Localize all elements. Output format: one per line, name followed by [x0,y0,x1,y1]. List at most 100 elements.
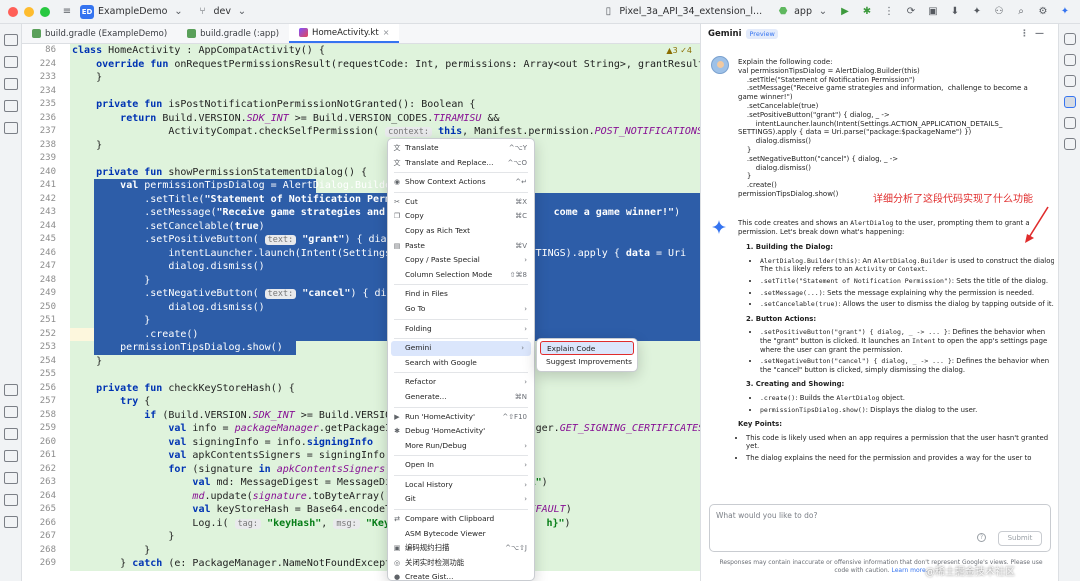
code-line[interactable]: 243 .setMessage("Receive game strategies… [22,206,700,220]
notifications-icon[interactable] [1063,33,1076,45]
code-line[interactable]: 251 } [22,314,700,328]
sdk-manager-icon[interactable]: ⬇ [948,5,962,19]
logcat-icon[interactable] [3,428,18,440]
commit-tool-icon[interactable] [3,56,18,68]
bug-report-icon[interactable]: ✦ [970,5,984,19]
code-line[interactable]: 264 md.update(signature.toByteArray()) [22,489,700,503]
code-line[interactable]: 260 val signingInfo = info.signingInfo [22,435,700,449]
code-editor[interactable]: ▲3 ✓4 86 class HomeActivity : AppCompatAc… [22,44,700,581]
code-line[interactable]: 245 .setPositiveButton( text: "grant") {… [22,233,700,247]
close-icon[interactable]: × [383,28,390,37]
menu-item-find-in-files[interactable]: Find in Files [388,287,534,302]
code-line[interactable]: 265 val keyStoreHash = Base64.encodeTo D… [22,503,700,517]
gemini-icon[interactable]: ✦ [1058,5,1072,19]
minimize-icon[interactable]: — [1035,29,1050,39]
code-line[interactable]: 268 } [22,543,700,557]
search-icon[interactable]: ⌕ [1014,5,1028,19]
terminal-icon[interactable] [3,472,18,484]
code-line[interactable]: 246 intentLauncher.launch(Intent(Setting… [22,246,700,260]
code-line[interactable]: 262 for (signature in apkContentsSigners… [22,462,700,476]
menu-item-go-to[interactable]: Go To › [388,302,534,317]
code-line[interactable]: 240 private fun showPermissionStatementD… [22,165,700,179]
code-line[interactable]: 263 val md: MessageDigest = MessageDig H… [22,476,700,490]
code-line[interactable]: 250 dialog.dismiss() [22,300,700,314]
minimize-window-button[interactable] [24,6,34,17]
code-line[interactable]: 244 .setCancelable(true) [22,219,700,233]
menu-item-paste[interactable]: ▤ Paste ⌘V [388,239,534,254]
code-line[interactable]: 242 .setTitle("Statement of Notification… [22,192,700,206]
menu-item-copy-paste-special[interactable]: Copy / Paste Special › [388,253,534,268]
menu-item-run-homeactivity[interactable]: ▶ Run 'HomeActivity' ^⇧F10 [388,410,534,425]
tab-1[interactable]: build.gradle (:app) [177,24,289,43]
device-explorer-icon[interactable] [1063,75,1076,87]
run-tool-icon[interactable] [3,406,18,418]
code-line[interactable]: 233 } [22,71,700,85]
panel-options[interactable]: ⋮— [1020,29,1050,39]
code-line[interactable]: 86 class HomeActivity : AppCompatActivity… [22,44,700,58]
menu-item-copy[interactable]: ❐ Copy ⌘C [388,209,534,224]
code-line[interactable]: 261 val apkContentsSigners = signingInfo… [22,449,700,463]
code-line[interactable]: 257 try { [22,395,700,409]
tab-0[interactable]: build.gradle (ExampleDemo) [22,24,177,43]
main-menu-button[interactable]: ≡ [60,5,74,19]
menu-item-[interactable]: ◎ 关闭实时检测功能 [388,556,534,571]
vcs-branch-selector[interactable]: ⑂ dev ⌄ [195,5,249,19]
debug-icon[interactable]: ✱ [860,5,874,19]
submit-button[interactable]: Submit [998,531,1042,546]
learn-more-link[interactable]: Learn more. [891,567,927,574]
menu-item-generate[interactable]: Generate... ⌘N [388,390,534,405]
structure-tool-icon[interactable] [3,100,18,112]
menu-item-cut[interactable]: ✂ Cut ⌘X [388,195,534,210]
code-line[interactable]: 241 val permissionTipsDialog = AlertDial… [22,179,700,193]
help-icon[interactable]: ? [977,533,986,542]
code-line[interactable]: 238 } [22,138,700,152]
code-line[interactable]: 256 private fun checkKeyStoreHash() { [22,381,700,395]
git-tool-icon[interactable] [3,516,18,528]
resource-manager-icon[interactable] [3,78,18,90]
more-tools-icon[interactable] [3,122,18,134]
menu-item-create-gist[interactable]: ● Create Gist... [388,570,534,580]
code-line[interactable]: 236 return Build.VERSION.SDK_INT >= Buil… [22,111,700,125]
code-line[interactable]: 258 if (Build.VERSION.SDK_INT >= Build.V… [22,408,700,422]
menu-item-gemini[interactable]: Gemini › [391,341,531,356]
menu-item-column-selection-mode[interactable]: Column Selection Mode ⇧⌘8 [388,268,534,283]
gemini-tool-icon[interactable] [1063,96,1076,108]
more-icon[interactable]: ⋮ [882,5,896,19]
menu-item-[interactable]: ▣ 编码规约扫描 ^⌥⇧J [388,541,534,556]
menu-item-translate-and-replace[interactable]: 文 Translate and Replace... ^⌥O [388,156,534,171]
code-line[interactable]: 239 [22,152,700,166]
device-manager-icon[interactable]: ▣ [926,5,940,19]
more-icon[interactable]: ⋮ [1020,29,1035,39]
chat-input-box[interactable]: What would you like to do? ? Submit [709,504,1051,552]
explain-code-menu-item[interactable]: Explain Code [540,341,634,355]
menu-item-local-history[interactable]: Local History › [388,478,534,493]
app-quality-icon[interactable] [3,450,18,462]
menu-item-debug-homeactivity[interactable]: ✱ Debug 'HomeActivity' [388,424,534,439]
code-line[interactable]: 269 } catch (e: PackageManager.NameNotFo… [22,557,700,571]
menu-item-open-in[interactable]: Open In › [388,458,534,473]
code-line[interactable]: 234 [22,84,700,98]
inspection-widget[interactable]: ▲3 ✓4 [666,46,692,55]
menu-item-compare-with-clipboard[interactable]: ⇄ Compare with Clipboard [388,512,534,527]
menu-item-show-context-actions[interactable]: ◉ Show Context Actions ^↵ [388,175,534,190]
code-line[interactable]: 259 val info = packageManager.getPackage… [22,422,700,436]
suggest-improvements-menu-item[interactable]: Suggest Improvements [540,355,634,369]
menu-item-git[interactable]: Git › [388,492,534,507]
device-selector[interactable]: ▯ Pixel_3a_API_34_extension_l... [601,5,762,19]
project-tool-icon[interactable] [3,34,18,46]
problems-icon[interactable] [3,494,18,506]
menu-item-search-with-google[interactable]: Search with Google [388,356,534,371]
code-line[interactable]: 248 } [22,273,700,287]
code-line[interactable]: 235 private fun isPostNotificationPermis… [22,98,700,112]
code-line[interactable]: 249 .setNegativeButton( text: "cancel") … [22,287,700,301]
running-devices-icon[interactable] [1063,117,1076,129]
project-selector[interactable]: ED ExampleDemo ⌄ [80,4,185,19]
menu-item-copy-as-rich-text[interactable]: Copy as Rich Text [388,224,534,239]
menu-item-asm-bytecode-viewer[interactable]: ASM Bytecode Viewer [388,527,534,542]
code-line[interactable]: 266 Log.i( tag: "keyHash", msg: "KeyHash… [22,516,700,530]
menu-item-translate[interactable]: 文 Translate ^⌥Y [388,141,534,156]
menu-item-folding[interactable]: Folding › [388,322,534,337]
sync-icon[interactable]: ⟳ [904,5,918,19]
menu-item-refactor[interactable]: Refactor › [388,375,534,390]
run-icon[interactable]: ▶ [838,5,852,19]
